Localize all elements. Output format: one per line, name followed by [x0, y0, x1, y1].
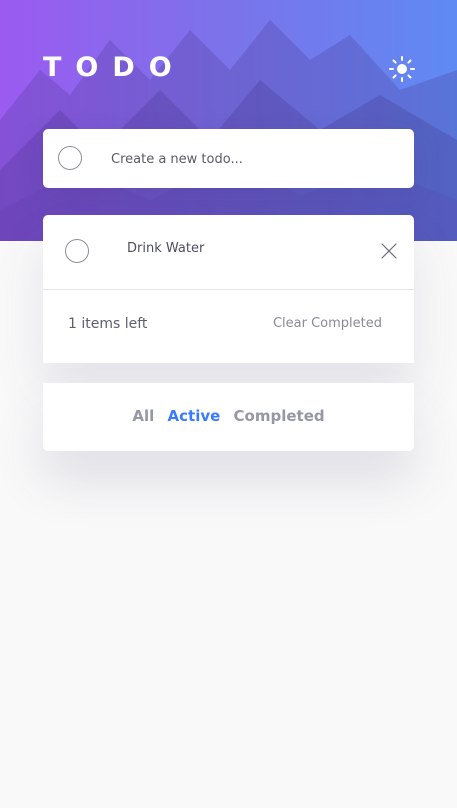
clear-completed-button[interactable]: Clear Completed	[273, 316, 382, 331]
sun-icon	[389, 56, 415, 82]
theme-toggle-button[interactable]	[388, 55, 416, 83]
todo-text: Drink Water	[127, 241, 205, 256]
header-background: TODO	[0, 0, 457, 241]
new-todo-input[interactable]	[109, 145, 393, 173]
filter-all-button[interactable]: All	[132, 407, 154, 425]
filter-bar: All Active Completed	[43, 383, 414, 451]
todo-list: Drink Water 1 items left Clear Completed	[43, 215, 414, 363]
todo-item[interactable]: Drink Water	[43, 215, 414, 290]
new-todo-bar	[43, 129, 414, 188]
filter-active-button[interactable]: Active	[168, 407, 221, 425]
items-left-count: 1 items left	[68, 316, 148, 332]
todo-check-circle[interactable]	[65, 239, 89, 263]
list-footer: 1 items left Clear Completed	[43, 290, 414, 363]
filter-completed-button[interactable]: Completed	[234, 407, 325, 425]
close-icon[interactable]	[380, 242, 398, 260]
new-todo-check-circle[interactable]	[58, 146, 82, 170]
mountains-image	[0, 20, 457, 241]
app-title: TODO	[43, 52, 186, 83]
